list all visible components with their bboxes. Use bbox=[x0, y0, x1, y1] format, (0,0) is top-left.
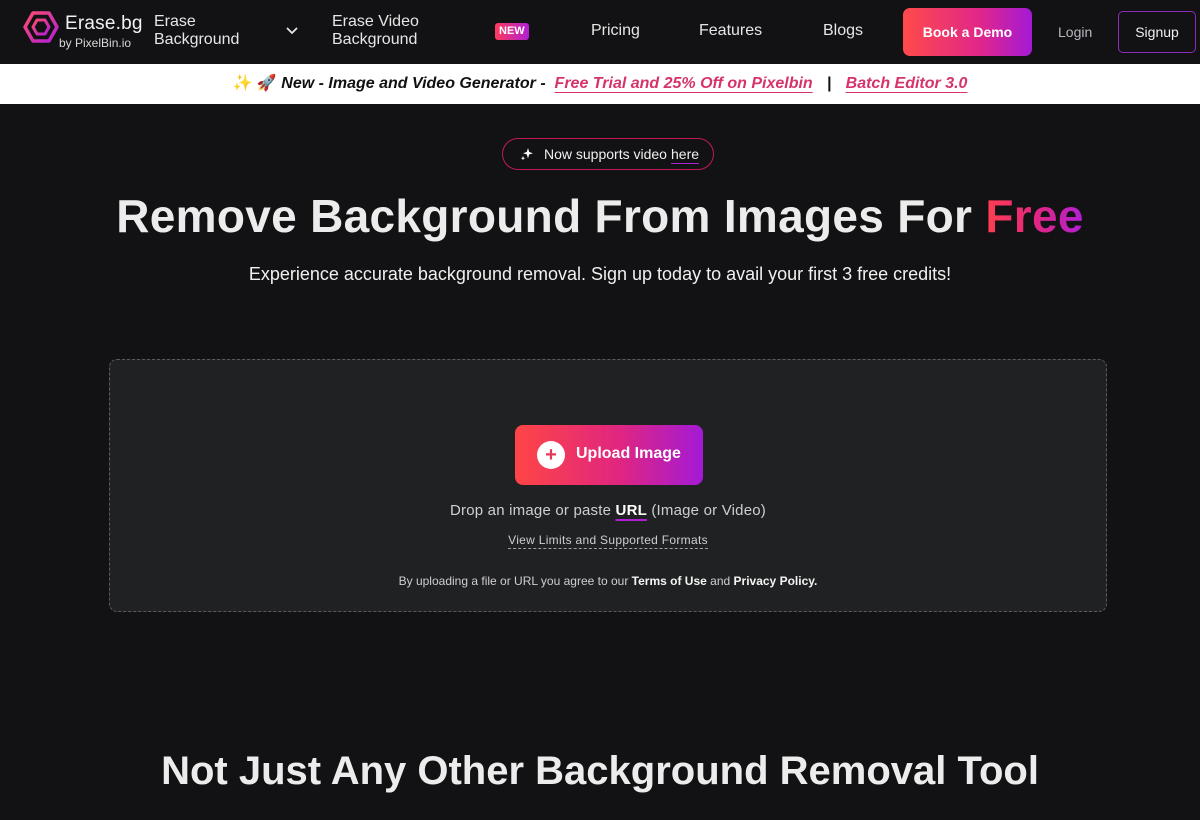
video-pill-link[interactable]: here bbox=[671, 139, 699, 169]
nav-features[interactable]: Features bbox=[699, 22, 762, 40]
drop-instructions: Drop an image or paste URL (Image or Vid… bbox=[110, 502, 1106, 519]
limits-formats-link[interactable]: View Limits and Supported Formats bbox=[110, 533, 1106, 549]
nav-pricing[interactable]: Pricing bbox=[591, 22, 640, 40]
announcement-text: New - Image and Video Generator - bbox=[281, 75, 546, 92]
nav-erase-background[interactable]: Erase Background bbox=[154, 13, 264, 49]
new-badge: NEW bbox=[495, 23, 529, 40]
privacy-policy-link[interactable]: Privacy Policy. bbox=[734, 574, 818, 588]
login-link[interactable]: Login bbox=[1058, 24, 1092, 40]
signup-button[interactable]: Signup bbox=[1118, 11, 1196, 53]
hero-title-main: Remove Background From Images For bbox=[116, 190, 973, 242]
announcement-emojis: ✨ 🚀 bbox=[232, 75, 277, 92]
book-demo-button[interactable]: Book a Demo bbox=[903, 8, 1032, 56]
legal-and: and bbox=[710, 574, 731, 588]
free-trial-link[interactable]: Free Trial and 25% Off on Pixelbin bbox=[555, 75, 813, 92]
brand-name: Erase.bg bbox=[65, 13, 143, 34]
legal-prefix: By uploading a file or URL you agree to … bbox=[398, 574, 629, 588]
erase-bg-logo-icon bbox=[23, 11, 59, 43]
drop-suffix: (Image or Video) bbox=[651, 502, 766, 519]
nav-erase-video-background[interactable]: Erase Video Background bbox=[332, 13, 442, 49]
limits-formats-label[interactable]: View Limits and Supported Formats bbox=[508, 533, 708, 549]
announcement-separator: | bbox=[827, 75, 832, 92]
announcement-bar: ✨ 🚀 New - Image and Video Generator - Fr… bbox=[0, 64, 1200, 104]
plus-icon: + bbox=[537, 441, 565, 469]
sparkle-icon bbox=[520, 148, 533, 161]
brand-subtitle: by PixelBin.io bbox=[59, 36, 132, 50]
batch-editor-link[interactable]: Batch Editor 3.0 bbox=[846, 75, 968, 92]
section-title: Not Just Any Other Background Removal To… bbox=[161, 749, 1039, 793]
hero-title-highlight: Free bbox=[985, 190, 1084, 242]
hero-title: Remove Background From Images For Free bbox=[0, 188, 1200, 244]
video-pill-text: Now supports video bbox=[544, 146, 667, 162]
navbar: Erase.bg by PixelBin.io Erase Background… bbox=[0, 0, 1200, 64]
video-support-pill[interactable]: Now supports video here bbox=[502, 138, 714, 170]
drop-prefix: Drop an image or paste bbox=[450, 502, 612, 519]
nav-blogs[interactable]: Blogs bbox=[823, 22, 863, 40]
paste-url-link[interactable]: URL bbox=[616, 502, 647, 519]
terms-of-use-link[interactable]: Terms of Use bbox=[632, 574, 707, 588]
upload-dropzone[interactable]: + Upload Image Drop an image or paste UR… bbox=[109, 359, 1107, 612]
upload-legal-text: By uploading a file or URL you agree to … bbox=[110, 574, 1106, 588]
hero-subtitle: Experience accurate background removal. … bbox=[248, 264, 952, 284]
chevron-down-icon[interactable] bbox=[286, 27, 298, 35]
brand-logo[interactable]: Erase.bg by PixelBin.io bbox=[23, 10, 153, 52]
upload-image-button[interactable]: + Upload Image bbox=[515, 425, 703, 485]
upload-button-label: Upload Image bbox=[576, 445, 681, 462]
